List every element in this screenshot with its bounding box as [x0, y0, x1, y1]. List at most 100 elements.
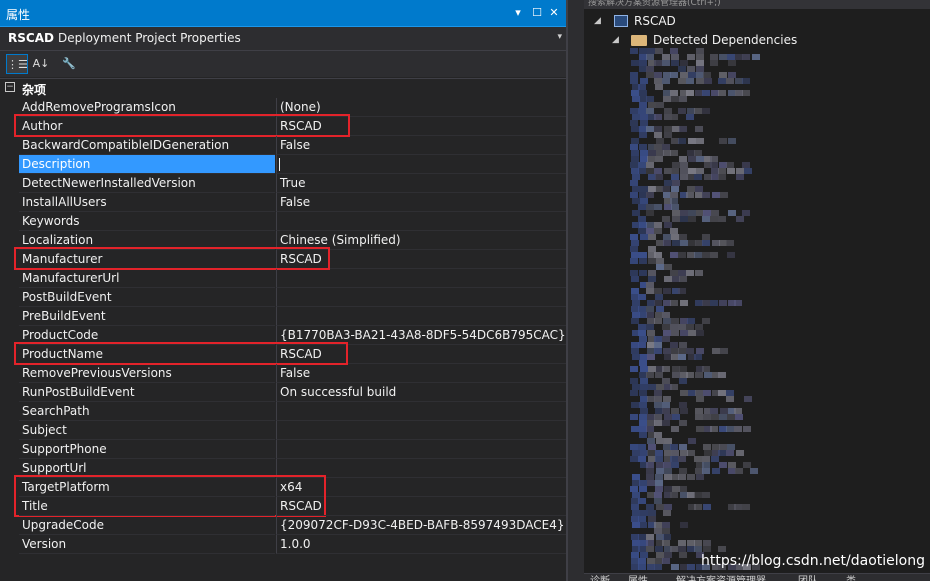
property-name[interactable]: Version	[19, 535, 275, 554]
redacted-pixel-block	[720, 348, 728, 354]
redacted-pixel-block	[678, 474, 686, 480]
property-row[interactable]: Subject	[0, 421, 566, 440]
collapse-icon[interactable]: −	[5, 82, 15, 92]
redacted-pixel-block	[680, 408, 688, 414]
redacted-pixel-block	[710, 300, 718, 306]
property-value[interactable]: False	[276, 364, 566, 383]
property-value[interactable]: RSCAD	[276, 497, 566, 516]
categorized-view-icon[interactable]: ⋮☰	[6, 54, 28, 74]
property-value[interactable]	[276, 402, 566, 421]
property-row[interactable]: Title RSCAD	[0, 497, 566, 516]
property-value[interactable]: False	[276, 136, 566, 155]
property-row[interactable]: UpgradeCode {209072CF-D93C-4BED-BAFB-8597…	[0, 516, 566, 535]
tree-node-detected-dependencies[interactable]: ◢ Detected Dependencies	[612, 31, 852, 49]
redacted-pixel-block	[647, 480, 655, 486]
panel-splitter[interactable]	[566, 0, 584, 581]
property-value[interactable]: {209072CF-D93C-4BED-BAFB-8597493DACE4}	[276, 516, 566, 535]
property-row[interactable]: Version 1.0.0	[0, 535, 566, 554]
redacted-pixel-block	[671, 330, 679, 336]
tab-properties[interactable]: 属性	[628, 572, 648, 581]
property-row[interactable]: ManufacturerUrl	[0, 269, 566, 288]
property-name[interactable]: SearchPath	[19, 402, 275, 421]
redacted-pixel-block	[704, 78, 712, 84]
property-row[interactable]: RunPostBuildEvent On successful build	[0, 383, 566, 402]
property-value[interactable]	[276, 421, 566, 440]
redacted-pixel-block	[736, 216, 744, 222]
property-name[interactable]: UpgradeCode	[19, 516, 275, 535]
property-row[interactable]: PreBuildEvent	[0, 307, 566, 326]
redacted-pixel-block	[719, 462, 727, 468]
property-name[interactable]: Title	[19, 497, 275, 516]
property-row[interactable]: BackwardCompatibleIDGeneration False	[0, 136, 566, 155]
property-value[interactable]: 1.0.0	[276, 535, 566, 554]
property-row[interactable]: InstallAllUsers False	[0, 193, 566, 212]
property-row[interactable]: RemovePreviousVersions False	[0, 364, 566, 383]
redacted-pixel-block	[718, 78, 726, 84]
property-row[interactable]: SearchPath	[0, 402, 566, 421]
property-name[interactable]: Description	[19, 155, 275, 174]
property-name[interactable]: ManufacturerUrl	[19, 269, 275, 288]
property-value[interactable]	[276, 155, 566, 174]
redacted-pixel-block	[678, 456, 686, 462]
tab-solution-explorer[interactable]: 解决方案资源管理器	[676, 572, 766, 581]
redacted-pixel-block	[718, 372, 726, 378]
redacted-pixel-block	[631, 276, 639, 282]
expand-arrow-icon[interactable]: ◢	[612, 31, 622, 49]
tree-node-project[interactable]: ◢ RSCAD	[594, 12, 794, 30]
redacted-pixel-block	[712, 192, 720, 198]
expand-arrow-icon[interactable]: ◢	[594, 12, 604, 30]
property-name[interactable]: Keywords	[19, 212, 275, 231]
redacted-pixel-block	[728, 138, 736, 144]
property-row[interactable]: DetectNewerInstalledVersion True	[0, 174, 566, 193]
property-value[interactable]	[276, 212, 566, 231]
redacted-pixel-block	[703, 504, 711, 510]
property-value[interactable]	[276, 440, 566, 459]
tab-diagnostics[interactable]: 诊断…	[590, 572, 620, 581]
property-name[interactable]: PreBuildEvent	[19, 307, 275, 326]
property-pages-wrench-icon[interactable]: 🔧	[58, 54, 80, 74]
redacted-pixel-block	[654, 318, 662, 324]
category-header[interactable]: − 杂项	[0, 79, 566, 98]
property-value[interactable]	[276, 288, 566, 307]
property-row[interactable]: SupportPhone	[0, 440, 566, 459]
property-name[interactable]: InstallAllUsers	[19, 193, 275, 212]
tab-team[interactable]: 团队…	[798, 572, 828, 581]
redacted-pixel-block	[630, 48, 638, 54]
close-icon[interactable]: ✕	[546, 5, 562, 21]
redacted-pixel-block	[712, 468, 720, 474]
property-name[interactable]: RunPostBuildEvent	[19, 383, 275, 402]
property-value[interactable]: True	[276, 174, 566, 193]
solution-search-input[interactable]: 搜索解决方案资源管理器(Ctrl+;)	[584, 0, 930, 9]
redacted-pixel-block	[718, 546, 726, 552]
redacted-pixel-block	[696, 396, 704, 402]
redacted-pixel-block	[726, 396, 734, 402]
redacted-pixel-block	[703, 414, 711, 420]
chevron-down-icon[interactable]: ▾	[557, 32, 562, 42]
property-value[interactable]	[276, 269, 566, 288]
object-type: Deployment Project Properties	[58, 31, 241, 45]
property-name[interactable]: PostBuildEvent	[19, 288, 275, 307]
property-name[interactable]: RemovePreviousVersions	[19, 364, 275, 383]
property-row[interactable]: PostBuildEvent	[0, 288, 566, 307]
panel-title-bar: 属性 ▾ ☐ ✕	[0, 0, 566, 27]
redacted-pixel-block	[694, 252, 702, 258]
project-name: RSCAD	[634, 14, 676, 28]
property-value[interactable]: On successful build	[276, 383, 566, 402]
maximize-icon[interactable]: ☐	[529, 5, 545, 21]
redacted-pixel-block	[663, 510, 671, 516]
property-value[interactable]: False	[276, 193, 566, 212]
tab-class[interactable]: 类…	[846, 572, 866, 581]
window-position-dropdown-icon[interactable]: ▾	[510, 5, 526, 21]
alphabetical-sort-icon[interactable]: A↓	[30, 54, 52, 74]
property-name[interactable]: BackwardCompatibleIDGeneration	[19, 136, 275, 155]
redacted-pixel-block	[670, 252, 678, 258]
property-value[interactable]	[276, 307, 566, 326]
property-row[interactable]: Description	[0, 155, 566, 174]
object-selector[interactable]: RSCAD Deployment Project Properties ▾	[0, 27, 566, 51]
property-name[interactable]: Subject	[19, 421, 275, 440]
redacted-pixel-block	[654, 204, 662, 210]
property-name[interactable]: DetectNewerInstalledVersion	[19, 174, 275, 193]
property-row[interactable]: Keywords	[0, 212, 566, 231]
redacted-pixel-block	[678, 354, 686, 360]
property-name[interactable]: SupportPhone	[19, 440, 275, 459]
